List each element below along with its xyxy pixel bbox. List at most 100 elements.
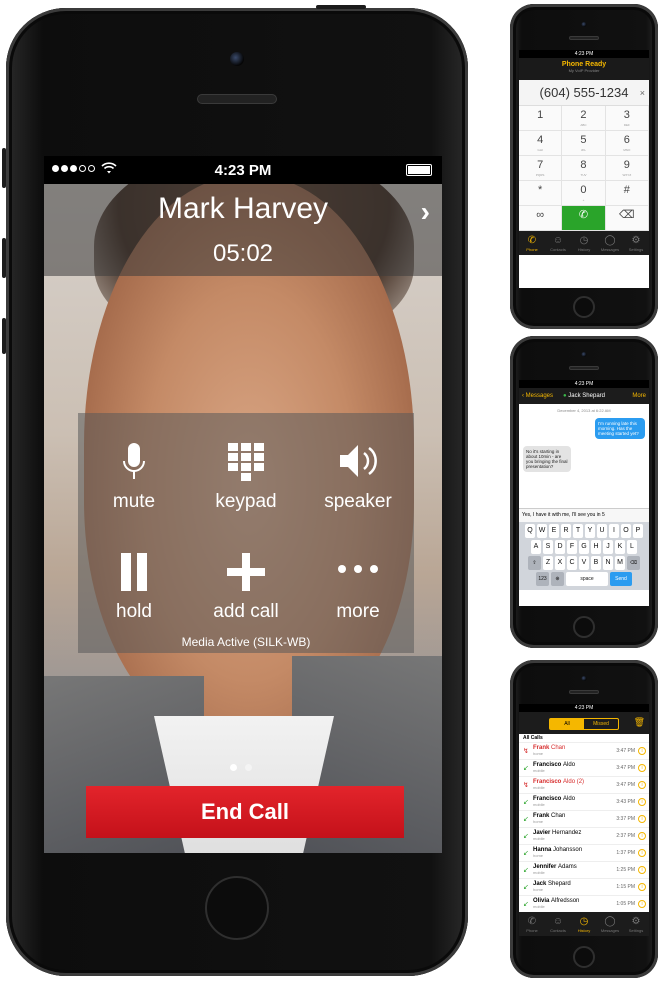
key-6[interactable]: 6 MNO <box>605 131 649 156</box>
call-filter: All Missed <box>549 718 619 730</box>
key-9[interactable]: 9 WXYZ <box>605 156 649 181</box>
key-l[interactable]: L <box>627 540 637 554</box>
speaker-button[interactable]: speaker <box>302 433 414 523</box>
key-3[interactable]: 3 DEF <box>605 106 649 131</box>
call-history-row[interactable]: ↙ Olivia Alfredsson mobile 1:05 PM i <box>519 896 649 913</box>
key-f[interactable]: F <box>567 540 577 554</box>
key-1[interactable]: 1 <box>519 106 563 131</box>
key-v[interactable]: V <box>579 556 589 570</box>
keypad-button[interactable]: keypad <box>190 433 302 523</box>
key-b[interactable]: B <box>591 556 601 570</box>
voicemail-icon[interactable]: ∞ <box>519 206 563 231</box>
tab-messages[interactable]: ◯ Messages <box>597 231 623 255</box>
mute-switch <box>2 318 6 354</box>
key-e[interactable]: E <box>549 524 559 538</box>
key-w[interactable]: W <box>537 524 547 538</box>
key-j[interactable]: J <box>603 540 613 554</box>
phone-icon: ✆ <box>527 235 537 246</box>
key-d[interactable]: D <box>555 540 565 554</box>
space-key[interactable]: space <box>566 572 608 586</box>
key-g[interactable]: G <box>579 540 589 554</box>
clear-icon[interactable]: × <box>640 80 645 106</box>
key-h[interactable]: H <box>591 540 601 554</box>
info-icon[interactable]: i <box>638 866 646 874</box>
home-button[interactable] <box>205 876 269 940</box>
info-icon[interactable]: i <box>638 798 646 806</box>
key-k[interactable]: K <box>615 540 625 554</box>
tab-messages[interactable]: ◯ Messages <box>597 912 623 936</box>
key-n[interactable]: N <box>603 556 613 570</box>
key-8[interactable]: 8 TUV <box>562 156 606 181</box>
call-history-row[interactable]: ↙ Jennifer Adams mobile 1:25 PM i <box>519 862 649 879</box>
info-icon[interactable]: i <box>638 815 646 823</box>
tab-history[interactable]: ◷ History <box>571 912 597 936</box>
info-icon[interactable]: i <box>638 747 646 755</box>
message-input[interactable]: Yes, I have it with me, I'll see you in … <box>519 508 649 522</box>
call-history-row[interactable]: ↙ Francisco Aldo mobile 3:43 PM i <box>519 794 649 811</box>
backspace-icon[interactable]: ⌫ <box>605 206 649 231</box>
filter-all[interactable]: All <box>550 719 584 729</box>
key-o[interactable]: O <box>621 524 631 538</box>
key-4[interactable]: 4 GHI <box>519 131 563 156</box>
home-button[interactable] <box>573 946 595 968</box>
hold-button[interactable]: hold <box>78 543 190 633</box>
info-icon[interactable]: i <box>638 883 646 891</box>
tab-contacts[interactable]: ☺ Contacts <box>545 231 571 255</box>
shift-icon[interactable]: ⇧ <box>528 556 541 570</box>
globe-icon[interactable]: ⊕ <box>551 572 564 586</box>
call-button[interactable]: ✆ <box>562 206 606 231</box>
backspace-icon[interactable]: ⌫ <box>627 556 640 570</box>
key-hash[interactable]: # <box>605 181 649 206</box>
key-0[interactable]: 0 + <box>562 181 606 206</box>
tab-phone[interactable]: ✆ Phone <box>519 231 545 255</box>
call-history-row[interactable]: ↙ Hanna Johansson home 1:37 PM i <box>519 845 649 862</box>
key-m[interactable]: M <box>615 556 625 570</box>
call-history-row[interactable]: ↙ Javier Hernandez mobile 2:37 PM i <box>519 828 649 845</box>
call-history-row[interactable]: ↯ Frank Chan home 3:47 PM i <box>519 743 649 760</box>
mute-button[interactable]: mute <box>78 433 190 523</box>
conversation-header: ‹ Messages ● Jack Shepard More <box>519 388 649 404</box>
chevron-right-icon[interactable]: › <box>421 196 430 228</box>
home-button[interactable] <box>573 616 595 638</box>
call-history-row[interactable]: ↯ Francisco Aldo (2) mobile 3:47 PM i <box>519 777 649 794</box>
tab-settings[interactable]: ⚙ Settings <box>623 912 649 936</box>
filter-missed[interactable]: Missed <box>584 719 618 729</box>
key-s[interactable]: S <box>543 540 553 554</box>
add-call-button[interactable]: add call <box>190 543 302 633</box>
key-7[interactable]: 7 PQRS <box>519 156 563 181</box>
info-icon[interactable]: i <box>638 781 646 789</box>
call-history-row[interactable]: ↙ Frank Chan home 3:37 PM i <box>519 811 649 828</box>
end-call-button[interactable]: End Call <box>86 786 404 838</box>
key-r[interactable]: R <box>561 524 571 538</box>
tab-contacts[interactable]: ☺ Contacts <box>545 912 571 936</box>
call-history-row[interactable]: ↙ Jack Shepard home 1:15 PM i <box>519 879 649 896</box>
tab-phone[interactable]: ✆ Phone <box>519 912 545 936</box>
key-x[interactable]: X <box>555 556 565 570</box>
info-icon[interactable]: i <box>638 849 646 857</box>
key-2[interactable]: 2 ABC <box>562 106 606 131</box>
key-t[interactable]: T <box>573 524 583 538</box>
trash-icon[interactable]: 🗑 <box>634 717 645 728</box>
more-button[interactable]: more <box>302 543 414 633</box>
info-icon[interactable]: i <box>638 764 646 772</box>
page-indicator[interactable] <box>230 764 252 771</box>
home-button[interactable] <box>573 296 595 318</box>
key-y[interactable]: Y <box>585 524 595 538</box>
key-q[interactable]: Q <box>525 524 535 538</box>
key-i[interactable]: I <box>609 524 619 538</box>
more-button[interactable]: More <box>632 388 646 404</box>
info-icon[interactable]: i <box>638 900 646 908</box>
send-button[interactable]: Send <box>610 572 632 586</box>
numbers-key[interactable]: 123 <box>536 572 549 586</box>
tab-settings[interactable]: ⚙ Settings <box>623 231 649 255</box>
call-history-row[interactable]: ↙ Francisco Aldo mobile 3:47 PM i <box>519 760 649 777</box>
tab-history[interactable]: ◷ History <box>571 231 597 255</box>
info-icon[interactable]: i <box>638 832 646 840</box>
key-p[interactable]: P <box>633 524 643 538</box>
key-star[interactable]: * <box>519 181 563 206</box>
key-c[interactable]: C <box>567 556 577 570</box>
key-u[interactable]: U <box>597 524 607 538</box>
key-5[interactable]: 5 JKL <box>562 131 606 156</box>
key-z[interactable]: Z <box>543 556 553 570</box>
key-a[interactable]: A <box>531 540 541 554</box>
